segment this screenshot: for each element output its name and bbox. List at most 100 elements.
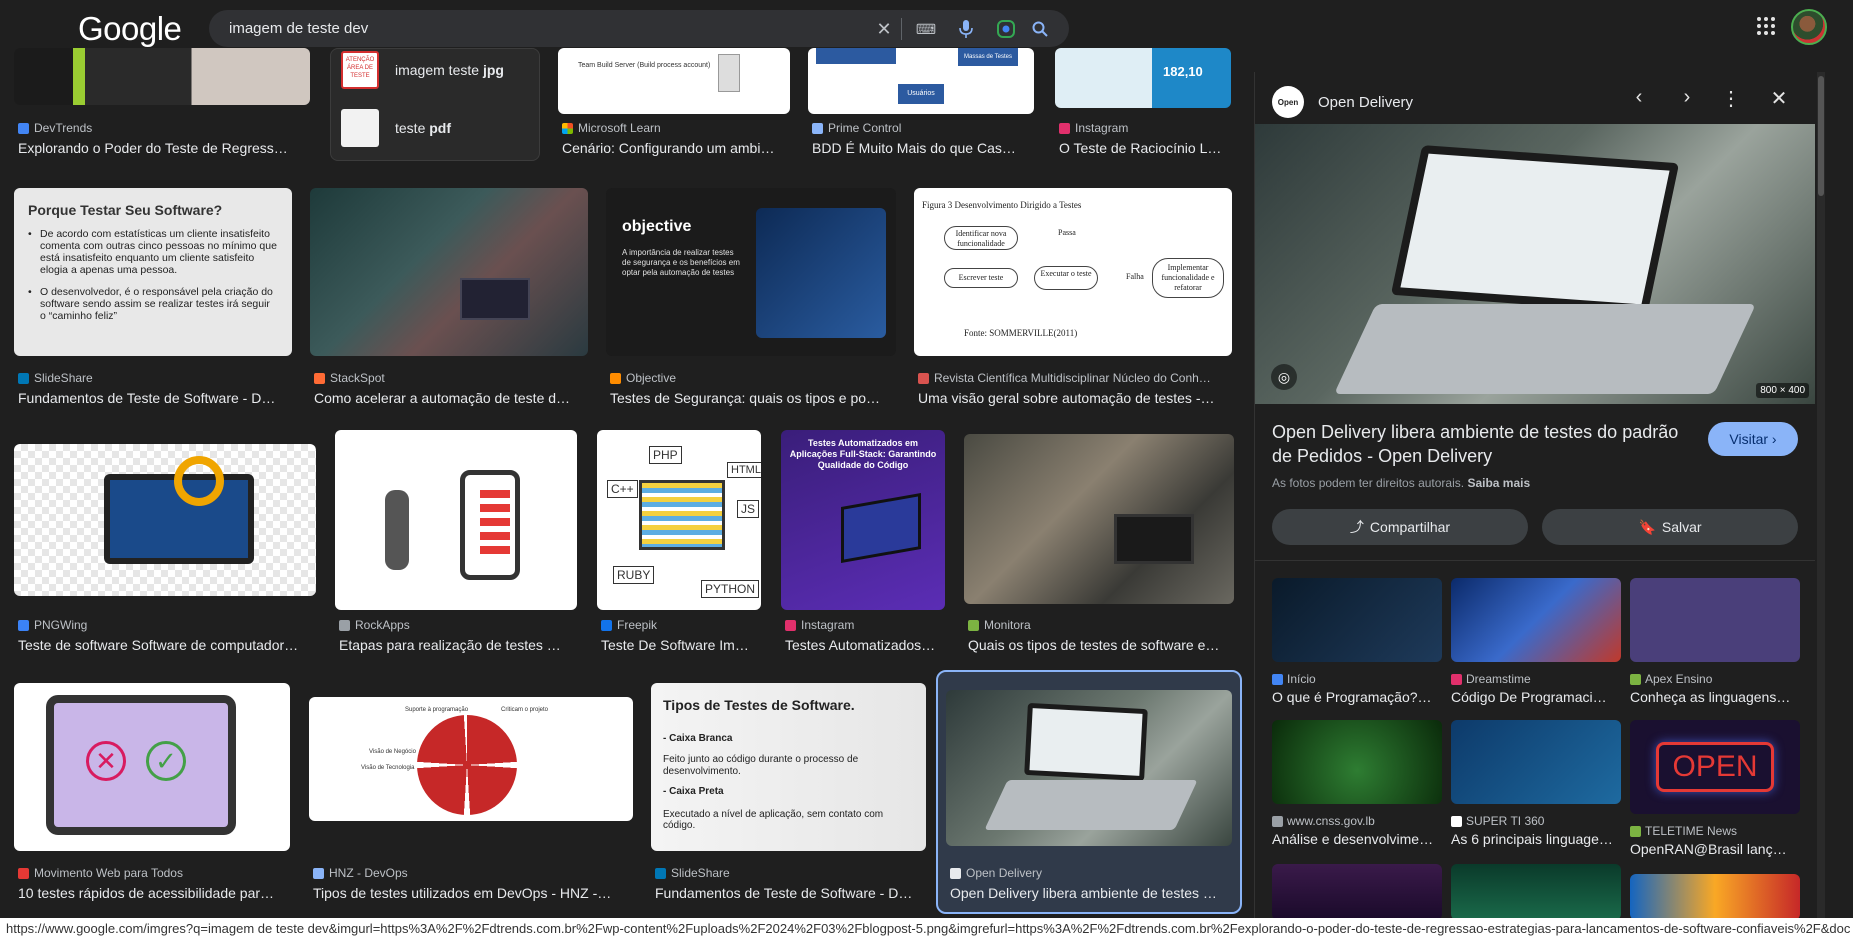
save-button[interactable]: 🔖 Salvar — [1542, 509, 1798, 545]
result-title[interactable]: Fundamentos de Teste de Software - D… — [655, 885, 927, 901]
result-title[interactable]: Etapas para realização de testes … — [339, 637, 579, 653]
result-thumbnail[interactable]: Usuários Massas de Testes — [808, 48, 1034, 114]
related-thumbnail[interactable] — [1272, 578, 1442, 662]
result-title[interactable]: Teste de software Software de computador… — [18, 637, 318, 653]
keyboard-icon[interactable]: ⌨ — [913, 16, 939, 42]
result-title[interactable]: Quais os tipos de testes de software e… — [968, 637, 1238, 653]
image-result-8[interactable]: Figura 3 Desenvolvimento Dirigido a Test… — [914, 188, 1244, 408]
microphone-icon[interactable] — [953, 16, 979, 42]
lens-search-icon[interactable]: ◎ — [1271, 364, 1297, 390]
related-thumbnail[interactable] — [1451, 578, 1621, 662]
result-title[interactable]: 10 testes rápidos de acessibilidade par… — [18, 885, 294, 901]
result-thumbnail[interactable]: Figura 3 Desenvolvimento Dirigido a Test… — [914, 188, 1232, 356]
file-result-pdf[interactable]: teste pdf — [341, 109, 451, 147]
learn-more-link[interactable]: Saiba mais — [1467, 476, 1530, 490]
visit-button[interactable]: Visitar › — [1708, 422, 1798, 456]
search-input[interactable]: imagem de teste dev — [229, 20, 368, 37]
apps-grid-icon[interactable] — [1754, 14, 1778, 38]
related-thumbnail[interactable] — [1451, 720, 1621, 804]
share-button[interactable]: ⤴ Compartilhar — [1272, 509, 1528, 545]
result-title[interactable]: Open Delivery libera ambiente de testes … — [950, 885, 1232, 901]
result-thumbnail[interactable]: ✕ ✓ — [14, 683, 290, 851]
chevron-left-icon[interactable]: ‹ — [1625, 86, 1653, 109]
file-thumbnail — [341, 109, 379, 147]
image-result-6[interactable]: StackSpot Como acelerar a automação de t… — [310, 188, 610, 408]
result-title[interactable]: Cenário: Configurando um ambi… — [562, 140, 794, 156]
result-thumbnail[interactable] — [946, 690, 1232, 846]
result-title[interactable]: Testes Automatizados… — [785, 637, 949, 653]
source-label: DevTrends — [34, 121, 93, 135]
result-thumbnail[interactable]: Tipos de Testes de Software. - Caixa Bra… — [651, 683, 926, 851]
related-title[interactable]: As 6 principais linguage… — [1451, 831, 1621, 847]
result-title[interactable]: Como acelerar a automação de teste d… — [314, 390, 584, 406]
avatar[interactable] — [1791, 9, 1827, 45]
share-icon: ⤴ — [1349, 519, 1364, 535]
result-source: Revista Científica Multidisciplinar Núcl… — [918, 371, 1211, 385]
favicon-icon — [1630, 673, 1641, 685]
search-bar[interactable]: imagem de teste dev ✕ ⌨ — [209, 10, 1069, 47]
result-title[interactable]: Tipos de testes utilizados em DevOps - H… — [313, 885, 633, 901]
related-thumbnail[interactable] — [1630, 578, 1800, 662]
related-title[interactable]: O que é Programação?… — [1272, 689, 1442, 705]
related-title[interactable]: Código De Programaci… — [1451, 689, 1621, 705]
favicon-icon — [1630, 825, 1641, 837]
clear-icon[interactable]: ✕ — [871, 16, 897, 42]
result-thumbnail[interactable]: Team Build Server (Build process account… — [558, 48, 790, 114]
result-title[interactable]: Explorando o Poder do Teste de Regress… — [18, 140, 308, 156]
image-result-15[interactable]: Suporte à programação Criticam o projeto… — [309, 683, 639, 905]
image-result-2[interactable]: Team Build Server (Build process account… — [558, 48, 798, 163]
image-result-12[interactable]: Testes Automatizados em Aplicações Full-… — [781, 430, 951, 655]
image-result-14[interactable]: ✕ ✓ Movimento Web para Todos 10 testes r… — [14, 683, 304, 905]
result-source: Open Delivery — [950, 866, 1042, 880]
image-result-4[interactable]: 182,10 Instagram O Teste de Raciocínio L… — [1055, 48, 1235, 163]
result-thumbnail[interactable]: Porque Testar Seu Software? • De acordo c… — [14, 188, 292, 356]
result-title[interactable]: Teste De Software Im… — [601, 637, 765, 653]
panel-scrollbar[interactable] — [1817, 72, 1825, 927]
result-thumbnail[interactable]: PHP HTML C++ JS RUBY PYTHON — [597, 430, 761, 610]
related-thumbnail[interactable] — [1630, 874, 1800, 920]
result-title[interactable]: BDD É Muito Mais do que Cas… — [812, 140, 1032, 156]
related-thumbnail[interactable] — [1272, 864, 1442, 920]
result-thumbnail[interactable] — [14, 48, 310, 105]
image-result-16[interactable]: Tipos de Testes de Software. - Caixa Bra… — [651, 683, 931, 905]
related-thumbnail[interactable] — [1451, 864, 1621, 920]
result-title[interactable]: O Teste de Raciocínio L… — [1059, 140, 1235, 156]
image-result-13[interactable]: Monitora Quais os tipos de testes de sof… — [964, 430, 1244, 655]
result-thumbnail[interactable]: Testes Automatizados em Aplicações Full-… — [781, 430, 945, 610]
preview-image[interactable]: ◎ 800 × 400 — [1255, 124, 1815, 404]
related-title[interactable]: OpenRAN@Brasil lanç… — [1630, 841, 1800, 857]
site-name[interactable]: Open Delivery — [1318, 94, 1413, 111]
related-thumbnail[interactable] — [1272, 720, 1442, 804]
result-thumbnail[interactable] — [14, 444, 316, 596]
more-vert-icon[interactable]: ⋮ — [1717, 86, 1745, 111]
result-thumbnail[interactable]: Suporte à programação Criticam o projeto… — [309, 697, 633, 821]
laptop-screen — [1390, 145, 1680, 313]
image-result-17-selected[interactable]: Open Delivery Open Delivery libera ambie… — [936, 670, 1242, 914]
image-result-10[interactable]: RockApps Etapas para realização de teste… — [335, 430, 585, 655]
result-title[interactable]: Uma visão geral sobre automação de teste… — [918, 390, 1228, 406]
result-thumbnail[interactable] — [964, 434, 1234, 604]
image-result-5[interactable]: Porque Testar Seu Software? • De acordo c… — [14, 188, 314, 408]
result-thumbnail[interactable] — [310, 188, 588, 356]
image-result-3[interactable]: Usuários Massas de Testes Prime Control … — [808, 48, 1048, 163]
image-result-11[interactable]: PHP HTML C++ JS RUBY PYTHON Freepik Test… — [597, 430, 767, 655]
close-icon[interactable]: ✕ — [1765, 86, 1793, 111]
preview-title[interactable]: Open Delivery libera ambiente de testes … — [1272, 420, 1702, 468]
result-thumbnail[interactable] — [335, 430, 577, 610]
chevron-right-icon[interactable]: › — [1673, 86, 1701, 109]
result-title[interactable]: Testes de Segurança: quais os tipos e po… — [610, 390, 900, 406]
file-result-jpg[interactable]: ATENÇÃO ÁREA DE TESTE imagem teste jpg — [341, 51, 504, 89]
result-title[interactable]: Fundamentos de Teste de Software - D… — [18, 390, 298, 406]
image-result-7[interactable]: objective A importância de realizar test… — [606, 188, 906, 408]
image-result-9[interactable]: PNGWing Teste de software Software de co… — [14, 430, 334, 655]
result-thumbnail[interactable]: 182,10 — [1055, 48, 1231, 108]
lens-icon[interactable] — [993, 16, 1019, 42]
related-thumbnail[interactable]: OPEN — [1630, 720, 1800, 814]
result-thumbnail[interactable]: objective A importância de realizar test… — [606, 188, 896, 356]
favicon-icon — [313, 867, 324, 879]
search-icon[interactable] — [1027, 16, 1053, 42]
related-title[interactable]: Conheça as linguagens… — [1630, 689, 1800, 705]
image-result-1[interactable]: DevTrends Explorando o Poder do Teste de… — [14, 48, 314, 163]
google-logo[interactable]: Google — [78, 10, 182, 48]
related-title[interactable]: Análise e desenvolvime… — [1272, 831, 1442, 847]
